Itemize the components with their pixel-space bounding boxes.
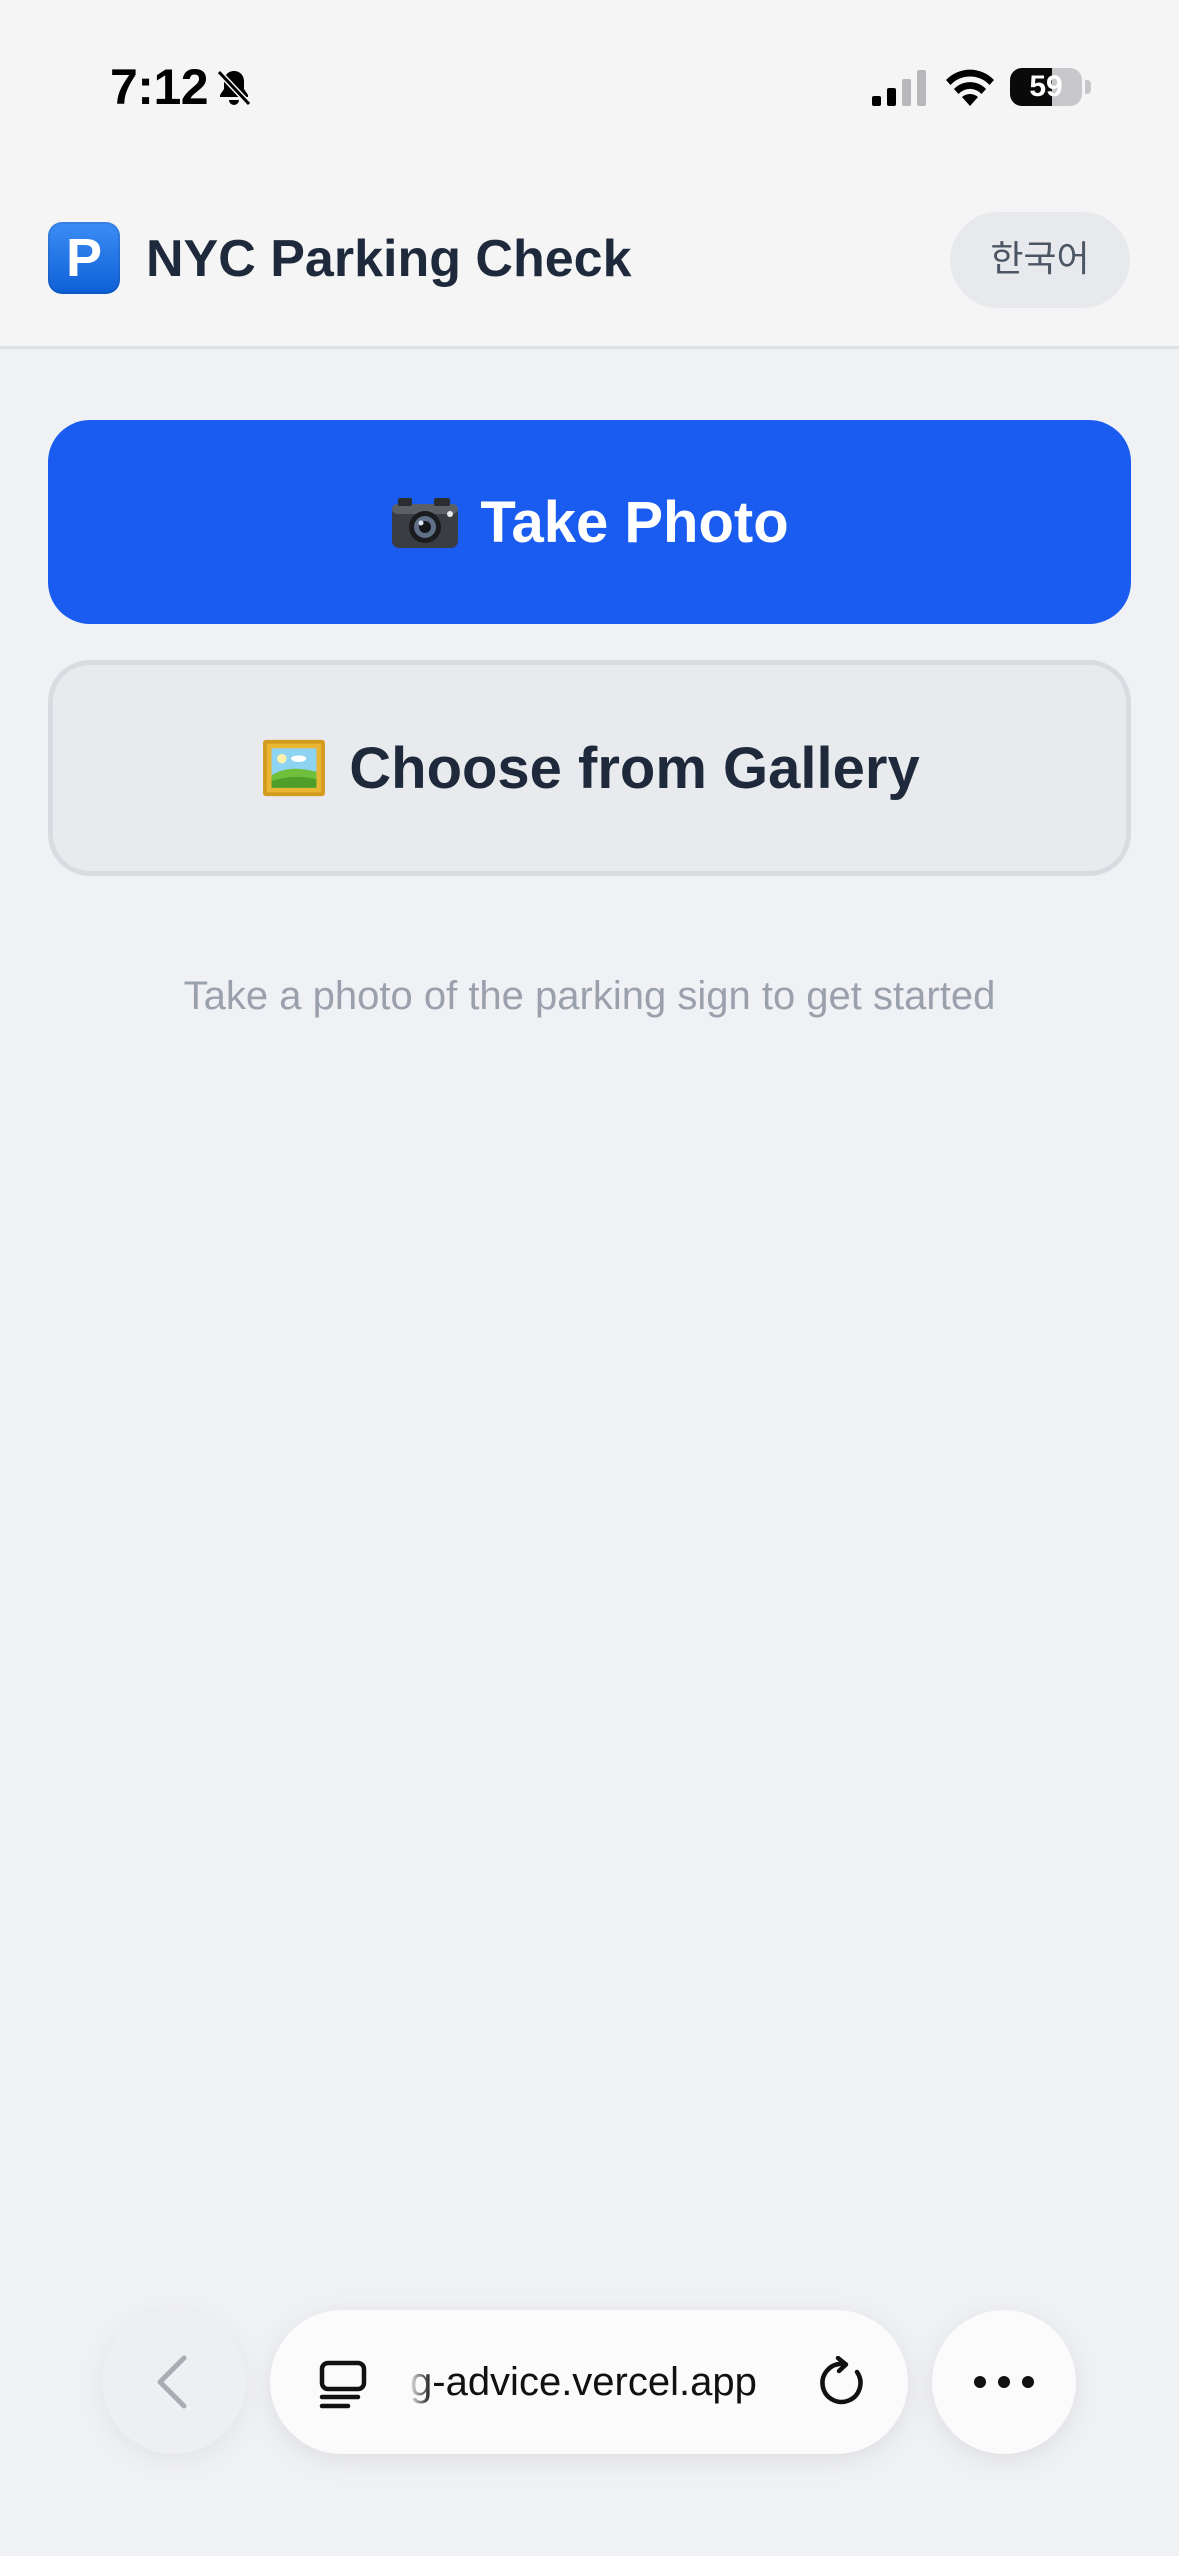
parking-sign-icon: P (48, 222, 120, 294)
wifi-icon (946, 69, 994, 106)
browser-back-button[interactable] (102, 2310, 246, 2454)
bell-slash-icon (216, 69, 252, 107)
status-time: 7:12 (110, 59, 209, 115)
battery-level: 59 (1029, 70, 1063, 103)
battery-nub (1085, 80, 1091, 94)
page-title: NYC Parking Check (146, 230, 632, 288)
battery-icon: 59 (1010, 68, 1082, 106)
reload-icon[interactable] (816, 2356, 870, 2410)
url-fade (410, 2310, 432, 2454)
language-toggle-button[interactable]: 한국어 (950, 212, 1130, 308)
framed-picture-icon (263, 739, 326, 797)
choose-from-gallery-button[interactable]: Choose from Gallery (48, 660, 1131, 876)
chevron-left-icon (157, 2355, 187, 2409)
browser-more-button[interactable] (932, 2310, 1076, 2454)
browser-toolbar: g-advice.vercel.app (0, 2300, 1179, 2556)
tabs-icon[interactable] (318, 2360, 368, 2410)
status-bar: 7:12 59 (0, 0, 1179, 160)
choose-gallery-label: Choose from Gallery (349, 735, 920, 801)
camera-icon (392, 498, 459, 548)
hint-text: Take a photo of the parking sign to get … (183, 974, 996, 1018)
address-bar[interactable]: g-advice.vercel.app (270, 2310, 908, 2454)
take-photo-button[interactable]: Take Photo (48, 420, 1131, 624)
more-icon (974, 2376, 1034, 2388)
take-photo-label: Take Photo (480, 489, 789, 555)
cellular-signal-icon (872, 70, 926, 106)
url-text[interactable]: g-advice.vercel.app (410, 2310, 790, 2454)
app-header: P NYC Parking Check 한국어 (0, 160, 1179, 349)
